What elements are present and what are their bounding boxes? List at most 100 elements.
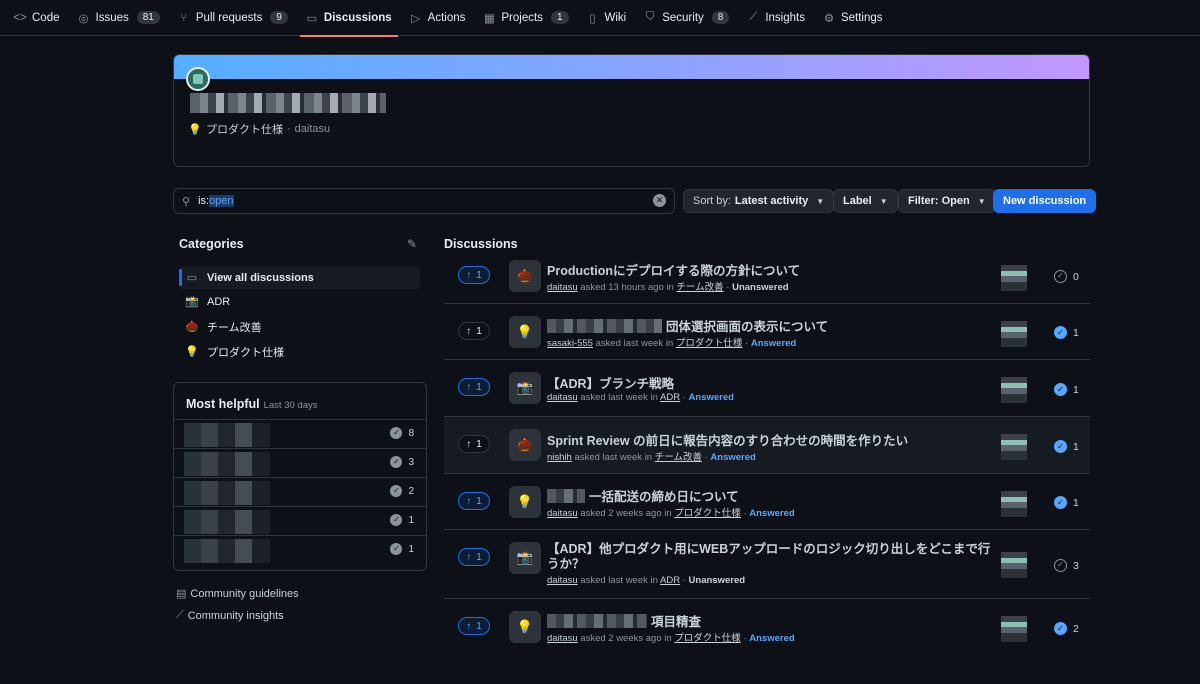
discussion-row[interactable]: ↑ 1 💡 一括配送の締め日について daitasu asked 2 weeks … [444,474,1090,530]
tab-discussions[interactable]: ▭ Discussions [299,0,398,37]
category-team-improvement[interactable]: 🌰 チーム改善 [179,315,420,338]
discussion-meta: daitasu asked 2 weeks ago in プロダクト仕様 · A… [547,508,795,519]
tab-wiki[interactable]: ▯ Wiki [587,0,626,36]
list-item[interactable]: ✓ 1 [174,506,426,535]
category-adr[interactable]: 📸 ADR [179,290,420,313]
new-discussion-button[interactable]: New discussion [993,189,1097,213]
category-label: プロダクト仕様 [207,346,284,359]
category-all[interactable]: ▭ View all discussions [179,266,420,289]
upvote-button[interactable]: ↑ 1 [458,617,490,635]
avatar[interactable] [1001,321,1027,347]
discussion-title[interactable]: Sprint Review の前日に報告内容のすり合わせの時間を作りたい [547,430,908,449]
discussion-title[interactable]: Productionにデプロイする際の方針について [547,260,800,279]
discussion-title[interactable]: 【ADR】他プロダクト用にWEBアップロードのロジック切り出しをどこまで行うか？ [547,542,992,572]
label-text: Label [843,195,872,207]
category-icon: 📸 [509,542,541,574]
tab-projects[interactable]: ▦ Projects 1 [483,0,569,36]
gear-icon: ⚙ [823,12,835,25]
security-count: 8 [711,11,730,24]
most-helpful-period: Last 30 days [263,400,318,411]
category-icon: 💡 [509,611,541,643]
filter-button[interactable]: Filter: Open ▼ [898,189,996,213]
filter-text: Filter: Open [908,195,970,207]
tab-label: Settings [840,11,883,24]
search-input[interactable]: ⚲ is:open ✕ [173,188,675,214]
tab-security[interactable]: ⛉ Security 8 [644,0,730,36]
category-icon: 📸 [509,372,541,404]
community-guidelines-link[interactable]: ▤ Community guidelines [176,587,299,601]
bulb-icon: 💡 [185,346,199,358]
discussion-row[interactable]: ↑ 1 🌰 Productionにデプロイする際の方針について daitasu a… [444,254,1090,304]
redacted-text [547,613,647,628]
header-separator: · [287,123,291,135]
comment-count: ✓ 0 [1054,270,1079,283]
tab-label: Discussions [323,11,392,24]
discussion-row[interactable]: ↑ 1 🌰 Sprint Review の前日に報告内容のすり合わせの時間を作りた… [444,417,1090,474]
discussion-icon: ▭ [306,12,318,25]
arrow-up-icon: ↑ [466,381,472,393]
clear-icon[interactable]: ✕ [653,194,666,207]
upvote-button[interactable]: ↑ 1 [458,322,490,340]
book-icon: ▯ [589,12,596,25]
check-circle-icon: ✓ [1054,559,1067,572]
upvote-button[interactable]: ↑ 1 [458,492,490,510]
bulb-icon: 💡 [188,123,202,136]
avatar[interactable] [186,67,210,91]
projects-count: 1 [550,11,569,24]
comment-count: ✓ 2 [1054,622,1079,635]
list-item[interactable]: ✓ 3 [174,448,426,477]
tab-actions[interactable]: ▷ Actions [410,0,465,36]
pencil-icon[interactable]: ✎ [407,237,417,251]
table-icon: ▦ [483,12,495,25]
helpful-score: ✓ 1 [390,543,414,555]
comment-count: ✓ 3 [1054,559,1079,572]
tab-code[interactable]: <> Code [13,0,59,36]
header-author[interactable]: daitasu [295,123,330,135]
discussion-title[interactable]: 一括配送の締め日について [547,486,739,505]
discussion-row[interactable]: ↑ 1 📸 【ADR】ブランチ戦略 daitasu asked last week… [444,360,1090,417]
upvote-button[interactable]: ↑ 1 [458,266,490,284]
list-item[interactable]: ✓ 2 [174,477,426,506]
upvote-button[interactable]: ↑ 1 [458,378,490,396]
upvote-button[interactable]: ↑ 1 [458,435,490,453]
avatar[interactable] [1001,552,1027,578]
category-icon: 🌰 [509,260,541,292]
discussion-title[interactable]: 団体選択画面の表示について [547,316,828,335]
code-icon: <> [13,11,27,24]
discussion-title[interactable]: 項目精査 [547,611,701,630]
issues-count: 81 [136,11,160,24]
category-icon: 💡 [509,316,541,348]
discussion-title[interactable]: 【ADR】ブランチ戦略 [547,373,674,392]
arrow-up-icon: ↑ [466,438,472,450]
avatar[interactable] [1001,265,1027,291]
avatar[interactable] [1001,491,1027,517]
discussion-row[interactable]: ↑ 1 💡 団体選択画面の表示について sasaki-555 asked last… [444,304,1090,360]
avatar[interactable] [1001,377,1027,403]
discussion-row[interactable]: ↑ 1 📸 【ADR】他プロダクト用にWEBアップロードのロジック切り出しをどこま… [444,530,1090,599]
sort-button[interactable]: Sort by: Latest activity ▼ [683,189,835,213]
discussion-row[interactable]: ↑ 1 💡 項目精査 daitasu asked 2 weeks ago in プ… [444,599,1090,656]
tab-settings[interactable]: ⚙ Settings [823,0,883,36]
list-item[interactable]: ✓ 8 [174,419,426,448]
tab-insights[interactable]: ⟋ Insights [747,0,805,36]
arrow-up-icon: ↑ [466,551,472,563]
category-product-spec[interactable]: 💡 プロダクト仕様 [179,340,420,363]
list-item[interactable]: ✓ 1 [174,535,426,564]
header-meta: 💡 プロダクト仕様 · daitasu [188,121,330,137]
avatar[interactable] [1001,616,1027,642]
header-category[interactable]: プロダクト仕様 [206,121,283,137]
chevron-down-icon: ▼ [816,196,825,206]
arrow-up-icon: ↑ [466,269,472,281]
community-insights-link[interactable]: ⟋ Community insights [176,609,284,622]
pull-request-icon: ⑂ [180,11,188,24]
tab-issues[interactable]: ◎ Issues 81 [78,0,160,36]
discussion-icon: ▭ [186,272,198,284]
search-prefix: is: [198,195,210,207]
check-circle-icon: ✓ [390,485,403,497]
comment-count: ✓ 1 [1054,383,1079,396]
comment-count: ✓ 1 [1054,496,1079,509]
avatar[interactable] [1001,434,1027,460]
label-button[interactable]: Label ▼ [833,189,898,213]
tab-pull-requests[interactable]: ⑂ Pull requests 9 [178,0,288,36]
upvote-button[interactable]: ↑ 1 [458,548,490,566]
